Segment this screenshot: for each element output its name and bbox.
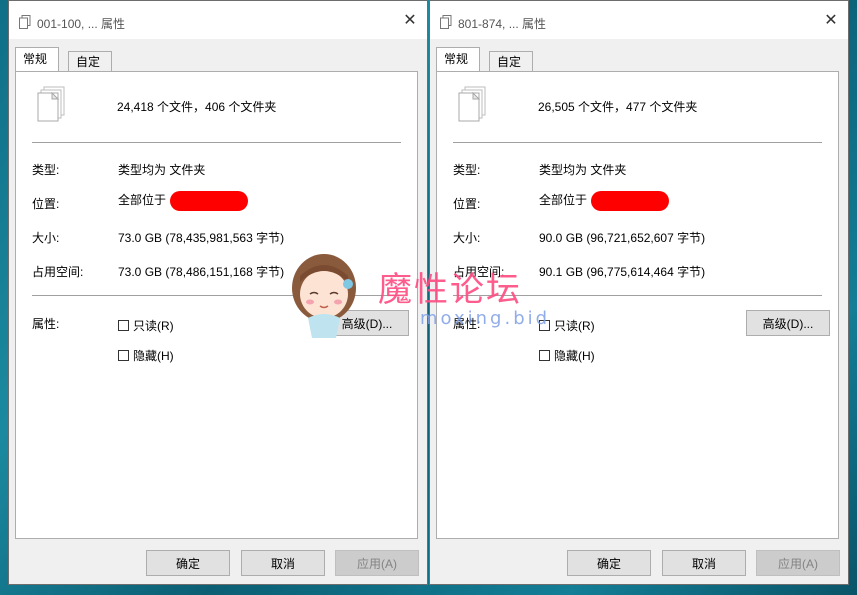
- disk-size-value: 90.1 GB (96,775,614,464 字节): [539, 265, 706, 279]
- close-button[interactable]: ✕: [393, 1, 427, 39]
- location-text: 全部位于: [118, 193, 167, 208]
- disk-size-value: 73.0 GB (78,486,151,168 字节): [118, 265, 285, 279]
- multiple-files-icon: [458, 86, 486, 122]
- files-icon: [19, 15, 31, 29]
- divider: [453, 295, 822, 296]
- type-value: 类型均为 文件夹: [539, 163, 627, 177]
- size-value: 73.0 GB (78,435,981,563 字节): [118, 231, 285, 245]
- attributes-label: 属性:: [32, 317, 60, 331]
- summary-count: 24,418 个文件，406 个文件夹: [117, 100, 277, 114]
- readonly-label: 只读(R): [554, 319, 595, 333]
- tab-custom[interactable]: 自定义: [489, 51, 533, 89]
- size-value: 90.0 GB (96,721,652,607 字节): [539, 231, 706, 245]
- ok-button[interactable]: 确定: [146, 550, 230, 576]
- checkbox-box[interactable]: [539, 350, 550, 361]
- location-label: 位置:: [32, 197, 60, 211]
- ok-button[interactable]: 确定: [567, 550, 651, 576]
- location-value: 全部位于: [118, 191, 249, 211]
- checkbox-box[interactable]: [118, 320, 129, 331]
- title-bar[interactable]: 801-874, ... 属性 ✕: [430, 1, 848, 39]
- location-value: 全部位于: [539, 191, 670, 211]
- tab-general[interactable]: 常规: [15, 47, 59, 71]
- multiple-files-icon: [37, 86, 65, 122]
- tab-custom[interactable]: 自定义: [68, 51, 112, 89]
- tab-general[interactable]: 常规: [436, 47, 480, 71]
- redaction-mark: [591, 191, 670, 211]
- close-button[interactable]: ✕: [814, 1, 848, 39]
- disk-size-label: 占用空间:: [453, 265, 505, 279]
- window-title: 801-874, ... 属性: [458, 17, 547, 31]
- readonly-label: 只读(R): [133, 319, 174, 333]
- type-value: 类型均为 文件夹: [118, 163, 206, 177]
- divider: [32, 142, 401, 143]
- readonly-checkbox[interactable]: 只读(R): [539, 317, 595, 334]
- checkbox-box[interactable]: [539, 320, 550, 331]
- apply-button[interactable]: 应用(A): [335, 550, 419, 576]
- size-label: 大小:: [32, 231, 60, 245]
- close-icon: ✕: [824, 12, 838, 29]
- readonly-checkbox[interactable]: 只读(R): [118, 317, 174, 334]
- hidden-label: 隐藏(H): [554, 349, 595, 363]
- divider: [32, 295, 401, 296]
- location-text: 全部位于: [539, 193, 588, 208]
- properties-window-left: 001-100, ... 属性 ✕ 常规 自定义 24,418 个文件，406 …: [8, 0, 428, 585]
- attributes-label: 属性:: [453, 317, 481, 331]
- properties-window-right: 801-874, ... 属性 ✕ 常规 自定义 26,505 个文件，477 …: [429, 0, 849, 585]
- cancel-button[interactable]: 取消: [241, 550, 325, 576]
- hidden-checkbox[interactable]: 隐藏(H): [118, 347, 174, 364]
- title-bar[interactable]: 001-100, ... 属性 ✕: [9, 1, 427, 39]
- size-label: 大小:: [453, 231, 481, 245]
- location-label: 位置:: [453, 197, 481, 211]
- window-title: 001-100, ... 属性: [37, 17, 126, 31]
- divider: [453, 142, 822, 143]
- general-panel: 26,505 个文件，477 个文件夹 类型: 类型均为 文件夹 位置: 全部位…: [436, 71, 839, 539]
- cancel-button[interactable]: 取消: [662, 550, 746, 576]
- advanced-button[interactable]: 高级(D)...: [746, 310, 830, 336]
- redaction-mark: [170, 191, 249, 211]
- hidden-checkbox[interactable]: 隐藏(H): [539, 347, 595, 364]
- disk-size-label: 占用空间:: [32, 265, 84, 279]
- files-icon: [440, 15, 452, 29]
- apply-button[interactable]: 应用(A): [756, 550, 840, 576]
- advanced-button[interactable]: 高级(D)...: [325, 310, 409, 336]
- close-icon: ✕: [403, 12, 417, 29]
- general-panel: 24,418 个文件，406 个文件夹 类型: 类型均为 文件夹 位置: 全部位…: [15, 71, 418, 539]
- type-label: 类型:: [32, 163, 60, 177]
- hidden-label: 隐藏(H): [133, 349, 174, 363]
- type-label: 类型:: [453, 163, 481, 177]
- summary-count: 26,505 个文件，477 个文件夹: [538, 100, 698, 114]
- checkbox-box[interactable]: [118, 350, 129, 361]
